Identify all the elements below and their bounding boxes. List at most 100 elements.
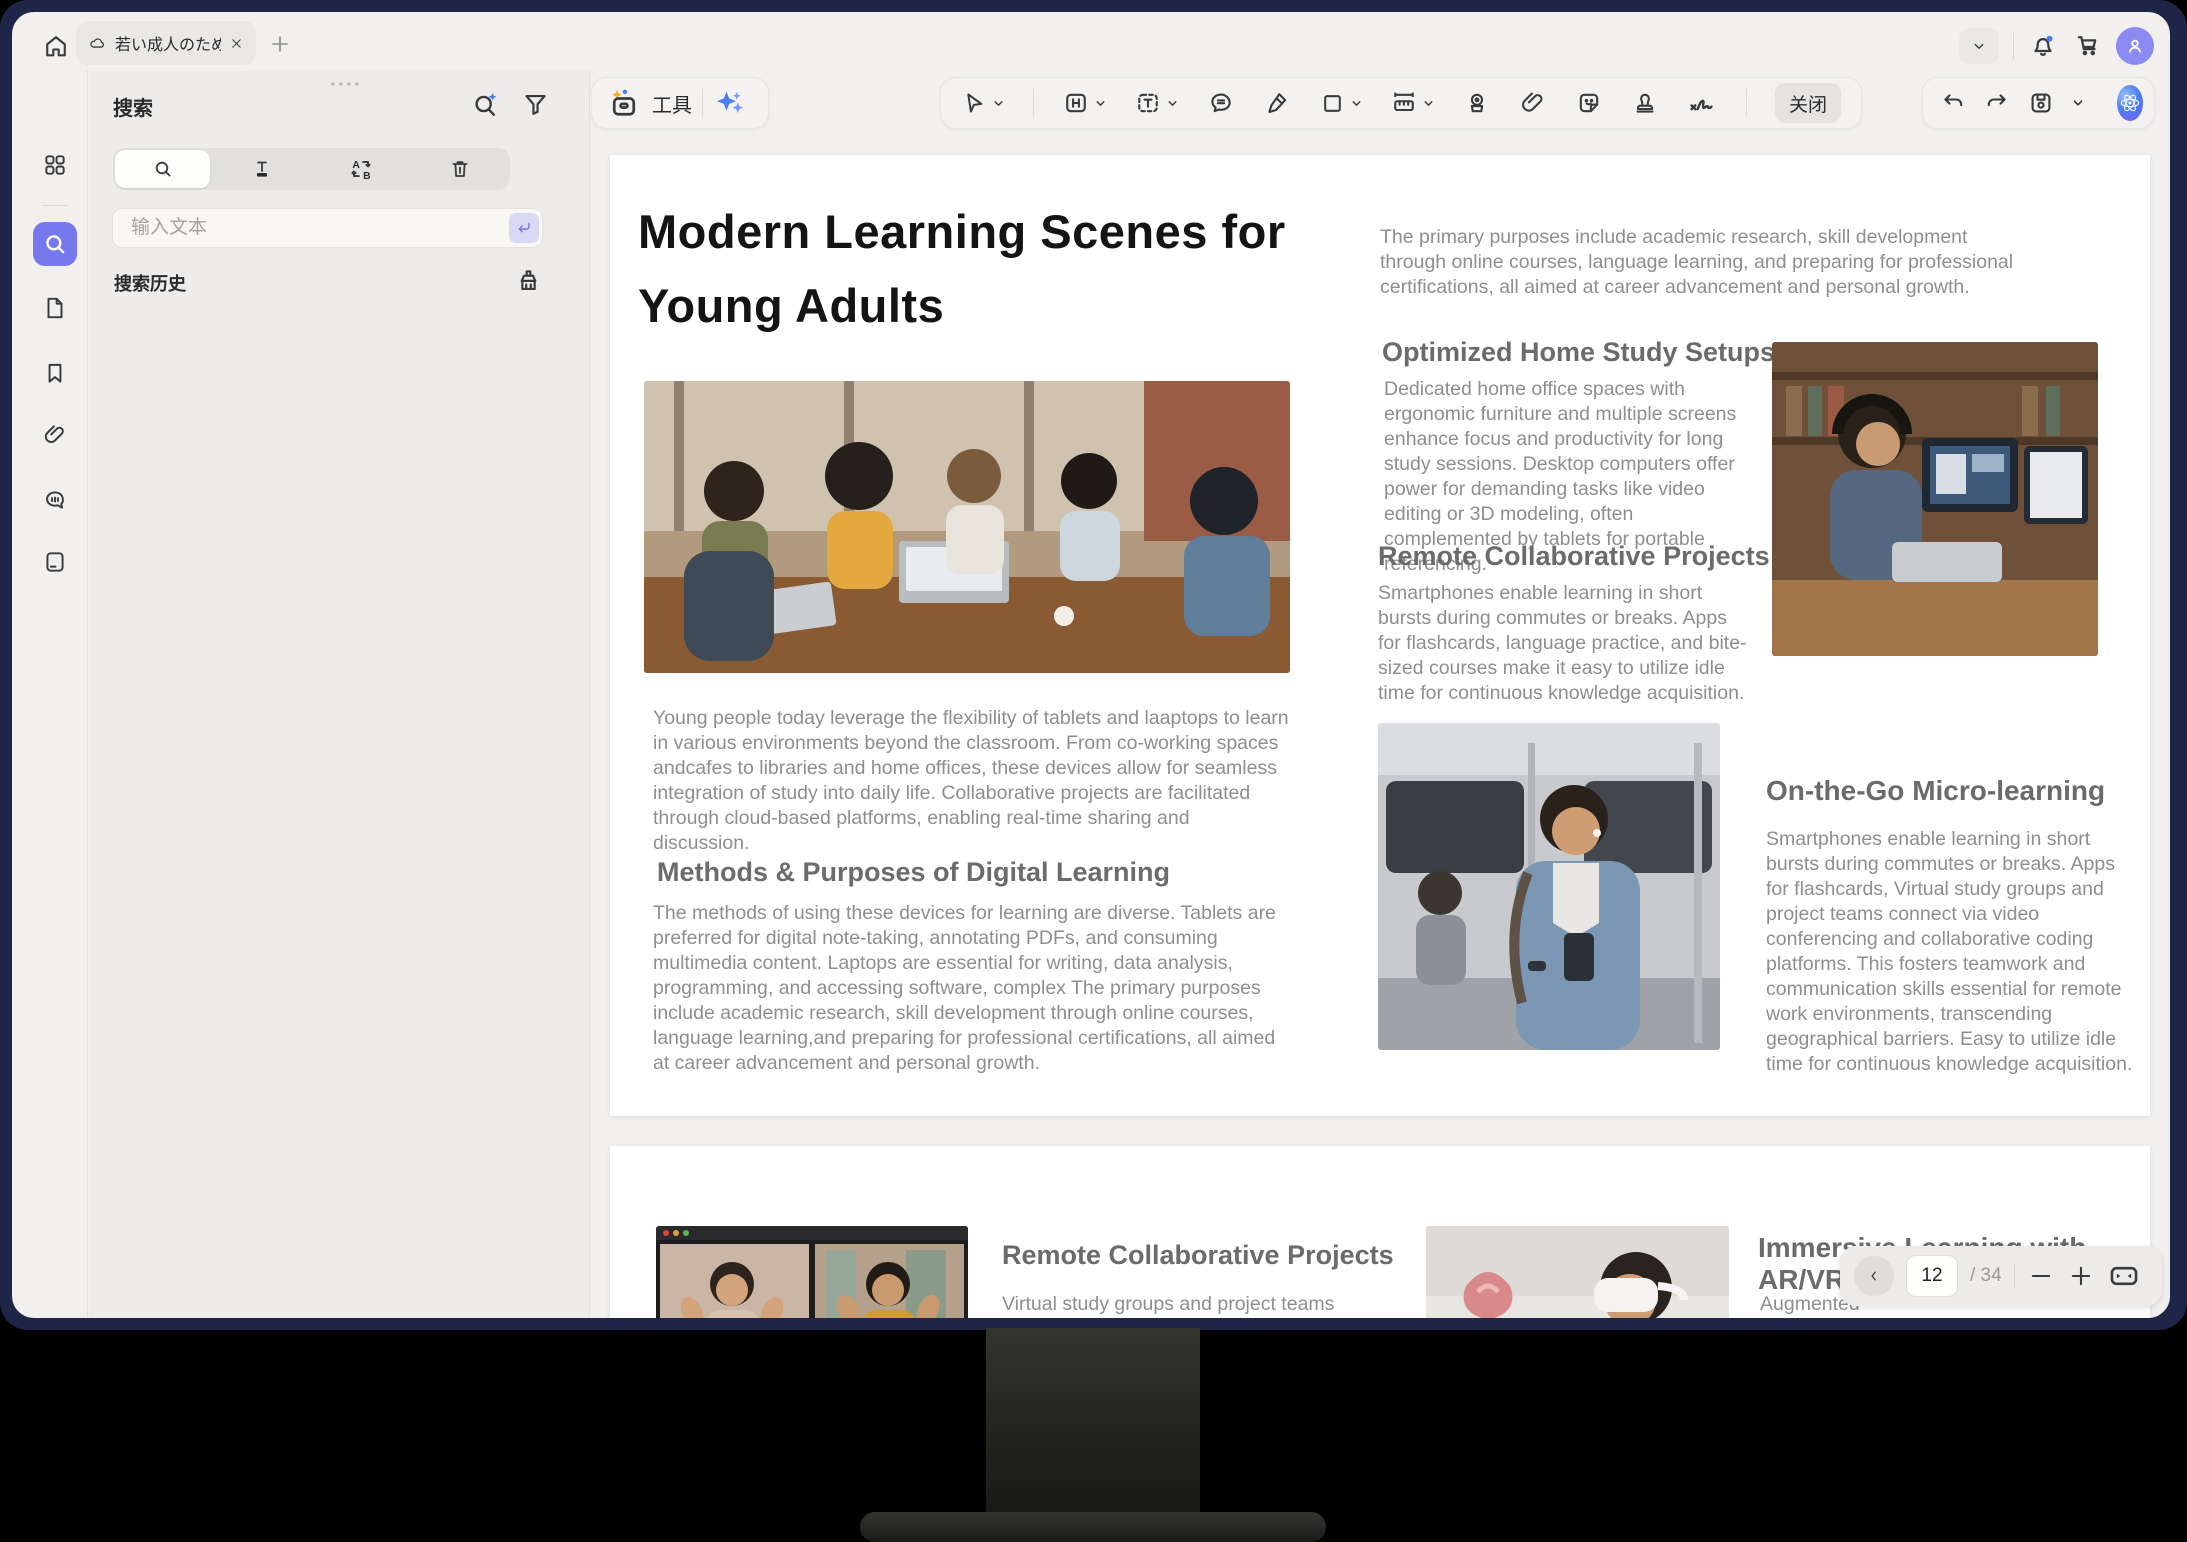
- trash-icon: [448, 157, 472, 181]
- comment-bubble-icon: [1207, 89, 1235, 117]
- panel-drag-handle[interactable]: [325, 76, 365, 94]
- sidebar-item-document[interactable]: [42, 295, 68, 321]
- svg-text:A: A: [352, 160, 360, 171]
- tab-replace-mode[interactable]: AB: [312, 148, 411, 190]
- paperclip-icon: [42, 422, 68, 448]
- doc-title: Modern Learning Scenes for Young Adults: [638, 205, 1286, 332]
- search-mode-tabs: AB: [113, 148, 510, 190]
- zoom-out-icon[interactable]: [2027, 1262, 2055, 1290]
- doc-intro-paragraph: Young people today leverage the flexibil…: [653, 707, 1289, 854]
- comments-icon: [42, 487, 68, 513]
- cart-icon[interactable]: [2072, 31, 2102, 61]
- search-input[interactable]: [112, 208, 543, 248]
- new-tab-button[interactable]: [268, 32, 292, 56]
- undo-icon[interactable]: [1939, 89, 1967, 117]
- sidebar-item-comments[interactable]: [42, 487, 68, 513]
- ocr-tool[interactable]: [1463, 89, 1491, 117]
- pen-tool[interactable]: [1263, 89, 1291, 117]
- sidebar-item-search[interactable]: [33, 222, 77, 266]
- text-tool[interactable]: [1134, 89, 1179, 117]
- shape-tool[interactable]: [1319, 90, 1363, 117]
- highlight-h-icon: [1062, 89, 1090, 117]
- stamp-tool[interactable]: [1631, 89, 1659, 117]
- chevron-down-icon: [1350, 97, 1363, 110]
- remote-heading: Remote Collaborative Projects: [1378, 541, 1770, 571]
- nav-divider: [2013, 1263, 2015, 1289]
- search-icon: [41, 230, 69, 258]
- panel-title: 搜索: [113, 98, 153, 120]
- page-number-input[interactable]: 12: [1906, 1255, 1958, 1297]
- avatar[interactable]: [2116, 27, 2154, 65]
- tools-pill: 工具: [591, 77, 769, 129]
- sticker-tool[interactable]: [1575, 89, 1603, 117]
- previous-page-button[interactable]: [1854, 1256, 1894, 1296]
- main-area: 工具 关闭 Modern Learning Scenes for Young A…: [590, 70, 2170, 1318]
- window-menu-button[interactable]: [1959, 28, 1999, 64]
- chevron-down-icon: [1422, 97, 1435, 110]
- chevron-down-icon[interactable]: [2071, 96, 2085, 110]
- bookmark-icon: [42, 360, 68, 386]
- comment-tool[interactable]: [1207, 89, 1235, 117]
- photo-students-cafe: [644, 381, 1290, 673]
- signature-tool[interactable]: [1686, 87, 1718, 119]
- photo-subway-learning: [1378, 723, 1720, 1050]
- titlebar-divider: [2013, 33, 2014, 59]
- sidebar-item-attachments[interactable]: [42, 422, 68, 448]
- ai-assistant-button[interactable]: [2117, 85, 2143, 121]
- methods-paragraph: The methods of using these devices for l…: [653, 902, 1276, 1074]
- chevron-down-icon: [1094, 97, 1107, 110]
- home-button[interactable]: [34, 24, 78, 68]
- paperclip-icon: [1519, 89, 1547, 117]
- sticker-face-icon: [1575, 89, 1603, 117]
- clear-history-button[interactable]: [514, 266, 543, 300]
- return-key-icon: [514, 218, 534, 238]
- pill-divider: [702, 89, 703, 117]
- ai-sparkles-icon[interactable]: [713, 86, 747, 120]
- replace-a-b-icon: AB: [348, 156, 374, 182]
- measure-tool[interactable]: [1390, 89, 1435, 117]
- methods-heading: Methods & Purposes of Digital Learning: [657, 857, 1171, 887]
- highlight-text-icon: [250, 157, 274, 181]
- tab-highlight-mode[interactable]: [212, 148, 311, 190]
- ai-search-button[interactable]: [469, 88, 501, 125]
- ai-search-icon: [469, 88, 501, 120]
- close-annotation-button[interactable]: 关闭: [1774, 83, 1841, 123]
- rectangle-shape-icon: [1319, 90, 1346, 117]
- zoom-in-icon[interactable]: [2067, 1262, 2095, 1290]
- home-icon: [42, 32, 70, 60]
- page-thumbnails-icon: [42, 549, 68, 575]
- sidebar-item-pages[interactable]: [42, 549, 68, 575]
- chevron-left-icon: [1865, 1267, 1883, 1285]
- search-icon: [151, 157, 175, 181]
- redo-icon[interactable]: [1983, 89, 2011, 117]
- tab-search-mode[interactable]: [115, 150, 211, 188]
- notifications-bell-icon[interactable]: [2028, 31, 2058, 61]
- cursor-arrow-icon: [961, 90, 988, 117]
- actions-pill: [1922, 77, 2155, 129]
- search-submit-button[interactable]: [509, 213, 539, 243]
- save-icon[interactable]: [2027, 89, 2055, 117]
- rail-divider: [42, 205, 68, 206]
- chevron-down-icon: [1970, 37, 1988, 55]
- document-tab[interactable]: 若い成人のための...: [76, 21, 256, 65]
- ocr-camera-icon: [1463, 89, 1491, 117]
- total-pages: / 34: [1970, 1265, 2002, 1286]
- home-study-heading: Optimized Home Study Setups: [1382, 337, 1776, 367]
- sidebar-rail: [12, 70, 88, 1318]
- sidebar-item-bookmarks[interactable]: [42, 360, 68, 386]
- filter-button[interactable]: [521, 90, 550, 124]
- tab-close-icon[interactable]: [229, 36, 244, 51]
- select-tool[interactable]: [961, 90, 1005, 117]
- search-history-label: 搜索历史: [114, 274, 186, 294]
- tab-title: 若い成人のための...: [115, 37, 221, 54]
- tools-label[interactable]: 工具: [652, 89, 692, 118]
- plus-icon: [268, 32, 292, 56]
- attach-tool[interactable]: [1519, 89, 1547, 117]
- chevron-down-icon: [992, 97, 1005, 110]
- sidebar-item-apps[interactable]: [42, 152, 68, 178]
- fit-width-icon[interactable]: [2107, 1259, 2141, 1293]
- tab-delete-mode[interactable]: [411, 148, 510, 190]
- toolbox-icon[interactable]: [606, 85, 642, 121]
- remote-paragraph: Smartphones enable learning in short bur…: [1378, 582, 1747, 704]
- highlight-tool[interactable]: [1062, 89, 1107, 117]
